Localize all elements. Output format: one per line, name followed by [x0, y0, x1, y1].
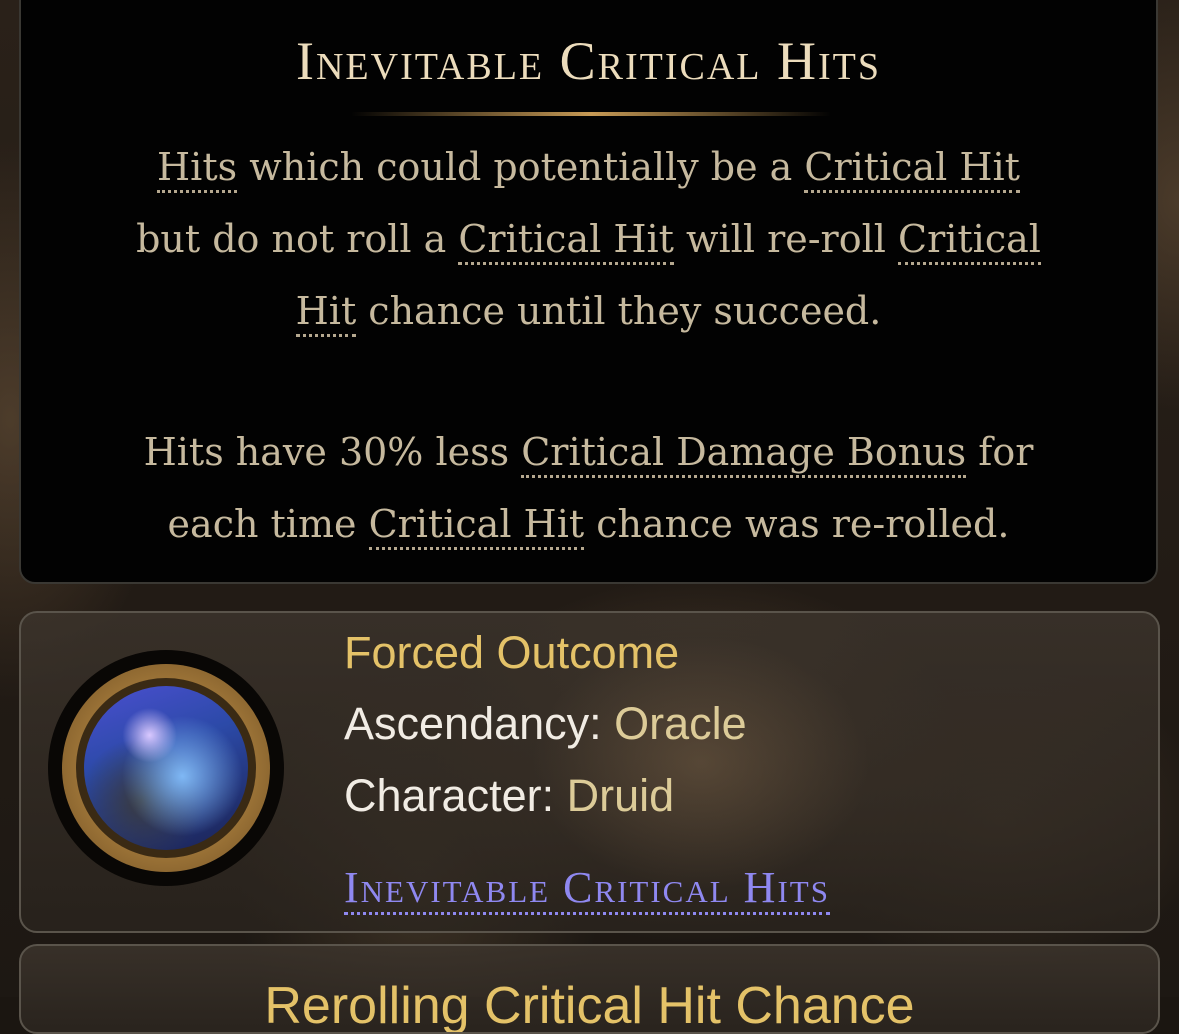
node-art [84, 686, 248, 850]
desc-text: Hits have 30% less [143, 430, 522, 474]
desc-text: chance until they succeed. [356, 289, 882, 333]
desc-text: each time [167, 502, 369, 546]
tooltip-description-1: Hits which could potentially be a Critic… [61, 131, 1116, 347]
desc-line: but do not roll a Critical Hit will re-r… [61, 203, 1116, 275]
ascendancy-value: Oracle [614, 698, 747, 749]
desc-text: chance was re-rolled. [584, 502, 1010, 546]
desc-text: which could potentially be a [237, 145, 805, 189]
character-label: Character: [344, 770, 567, 821]
character-value: Druid [566, 770, 675, 821]
keyword-hits[interactable]: Hits [157, 145, 238, 193]
desc-line: Hit chance until they succeed. [61, 275, 1116, 347]
desc-text: but do not roll a [136, 217, 459, 261]
tooltip-title: Inevitable Critical Hits [296, 31, 881, 91]
ascendancy-node-icon [48, 650, 284, 886]
keyword-critical-hit[interactable]: Critical Hit [458, 217, 674, 265]
title-divider [351, 112, 831, 116]
next-card: Rerolling Critical Hit Chance [19, 944, 1160, 1034]
ascendancy-row: Ascendancy: Oracle [344, 700, 747, 748]
next-card-title: Rerolling Critical Hit Chance [264, 977, 915, 1034]
node-frame-ring [62, 664, 270, 872]
keyword-critical-hit[interactable]: Critical Hit [804, 145, 1020, 193]
desc-text: for [966, 430, 1034, 474]
node-frame-inner [76, 678, 256, 858]
node-link[interactable]: Inevitable Critical Hits [344, 866, 830, 915]
ascendancy-label: Ascendancy: [344, 698, 615, 749]
node-name: Forced Outcome [344, 627, 680, 678]
desc-text: will re-roll [673, 217, 898, 261]
keyword-critical-hit[interactable]: Critical Hit [368, 502, 585, 550]
keyword-critical-hit[interactable]: Hit [295, 289, 357, 337]
tooltip-description-2: Hits have 30% less Critical Damage Bonus… [61, 416, 1116, 560]
character-row: Character: Druid [344, 772, 674, 820]
desc-line: each time Critical Hit chance was re-rol… [61, 488, 1116, 560]
desc-line: Hits have 30% less Critical Damage Bonus… [61, 416, 1116, 488]
keyword-critical-hit[interactable]: Critical [898, 217, 1041, 265]
keyword-critical-damage-bonus[interactable]: Critical Damage Bonus [521, 430, 967, 478]
passive-tooltip: Inevitable Critical Hits Hits which coul… [19, 0, 1158, 584]
desc-line: Hits which could potentially be a Critic… [61, 131, 1116, 203]
